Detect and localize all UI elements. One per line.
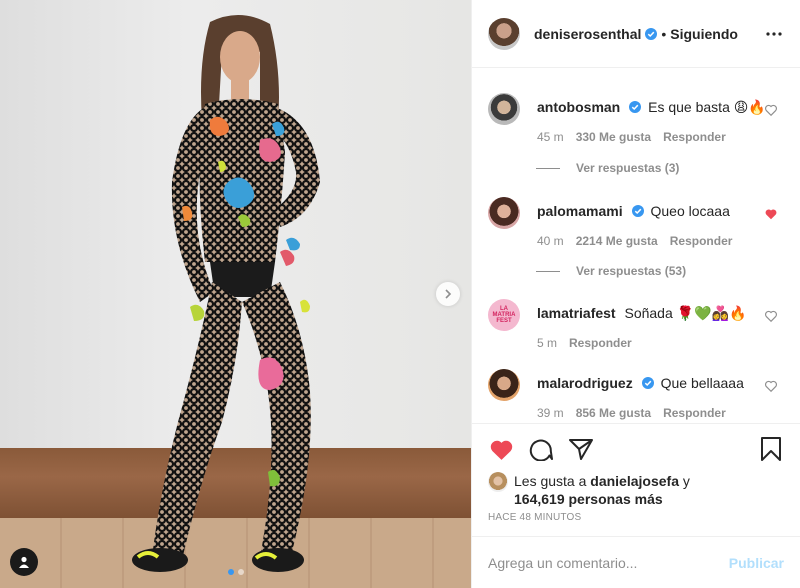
view-replies-button[interactable]: Ver respuestas (53) [536,264,686,278]
comment-bubble-icon [529,439,553,461]
comment-username[interactable]: malarodriguez [537,375,633,391]
post-time[interactable]: HACE 48 MINUTOS [488,512,784,523]
comment-avatar[interactable] [488,369,520,401]
comment-button[interactable] [528,436,554,462]
comment-item: LA MATRIA FEST lamatriafest Soñada 🌹💚👩‍❤… [488,299,784,352]
publish-button[interactable]: Publicar [729,555,784,571]
verified-badge-icon [645,27,658,40]
comment-meta: 5 m Responder [537,334,784,352]
liked-comment-icon[interactable] [764,207,778,221]
action-bar [488,424,784,472]
paper-plane-icon [569,439,593,460]
header-separator: • [661,25,667,42]
like-comment-icon[interactable] [764,103,778,117]
like-button[interactable] [488,436,514,462]
liker-avatar[interactable] [488,472,508,492]
author-username[interactable]: deniserosenthal [534,26,641,42]
comment-likes[interactable]: 2214 Me gusta [576,232,658,250]
liker-username[interactable]: danielajosefa [590,473,679,489]
comment-meta: 45 m 330 Me gusta Responder [537,128,784,146]
replies-divider [536,167,560,169]
comment-meta: 39 m 856 Me gusta Responder [537,404,784,422]
comment-time: 5 m [537,336,558,350]
photo-subject [132,14,320,572]
comment-avatar[interactable] [488,197,520,229]
comment-likes[interactable]: 330 Me gusta [576,128,651,146]
view-replies-label: Ver respuestas (53) [576,264,687,278]
more-horizontal-icon [766,31,782,36]
post-modal: deniserosenthal • Siguiendo antobosman E… [0,0,800,588]
avatar-logo-text: LA MATRIA FEST [492,306,516,324]
verified-badge-icon [631,205,644,217]
verified-badge-icon [641,377,654,389]
carousel-dot [227,569,234,575]
comment-item: malarodriguez Que bellaaaa 39 m 856 Me g… [488,369,784,422]
comment-text: Queo locaaa [650,203,730,219]
post-header: deniserosenthal • Siguiendo [472,0,800,68]
comment-time: 45 m [537,130,564,144]
post-photo[interactable] [0,0,471,588]
comment-text: Es que basta 😩🔥 [648,99,766,115]
bookmark-icon [761,437,781,461]
likes-count[interactable]: 164,619 personas más [514,491,663,507]
likes-prefix: Les gusta a [514,473,587,489]
comment-meta: 40 m 2214 Me gusta Responder [537,232,784,250]
comment-avatar[interactable]: LA MATRIA FEST [488,299,520,331]
post-side-panel: deniserosenthal • Siguiendo antobosman E… [471,0,800,588]
carousel-indicator [0,569,471,575]
comment-username[interactable]: lamatriafest [537,305,616,321]
following-button[interactable]: Siguiendo [670,26,738,42]
heart-filled-icon [490,440,512,460]
carousel-dot [237,569,244,575]
replies-divider [536,270,560,272]
verified-badge-icon [629,101,642,113]
share-button[interactable] [568,436,594,462]
comment-item: palomamami Queo locaaa 40 m 2214 Me gust… [488,197,784,250]
comment-item: antobosman Es que basta 😩🔥 45 m 330 Me g… [488,93,784,146]
comment-time: 40 m [537,234,564,248]
reply-button[interactable]: Responder [663,404,726,422]
post-actions: Les gusta a danielajosefa y 164,619 pers… [472,423,800,535]
author-avatar[interactable] [488,17,520,50]
comment-username[interactable]: palomamami [537,203,623,219]
reply-button[interactable]: Responder [569,334,632,352]
view-replies-label: Ver respuestas (3) [576,161,680,175]
more-options-button[interactable] [764,24,784,44]
like-comment-icon[interactable] [764,379,778,393]
view-replies-button[interactable]: Ver respuestas (3) [536,161,679,175]
comments-list[interactable]: antobosman Es que basta 😩🔥 45 m 330 Me g… [472,69,800,423]
comment-username[interactable]: antobosman [537,99,620,115]
save-button[interactable] [758,436,784,462]
likes-summary: Les gusta a danielajosefa y 164,619 pers… [488,472,784,508]
next-photo-button[interactable] [436,282,460,306]
comment-time: 39 m [537,406,564,420]
comment-text: Soñada 🌹💚👩‍❤️‍👩🔥 [624,305,747,321]
comment-avatar[interactable] [488,93,520,125]
user-tag-icon [19,556,29,568]
add-comment-bar: Publicar [472,536,800,588]
comment-input[interactable] [488,554,729,571]
comment-text: Que bellaaaa [660,375,744,391]
likes-conjunction: y [682,473,690,489]
comment-likes[interactable]: 856 Me gusta [576,404,651,422]
reply-button[interactable]: Responder [670,232,733,250]
chevron-right-icon [445,289,452,299]
reply-button[interactable]: Responder [663,128,726,146]
like-comment-icon[interactable] [764,309,778,323]
likes-text: Les gusta a danielajosefa y 164,619 pers… [514,472,690,508]
